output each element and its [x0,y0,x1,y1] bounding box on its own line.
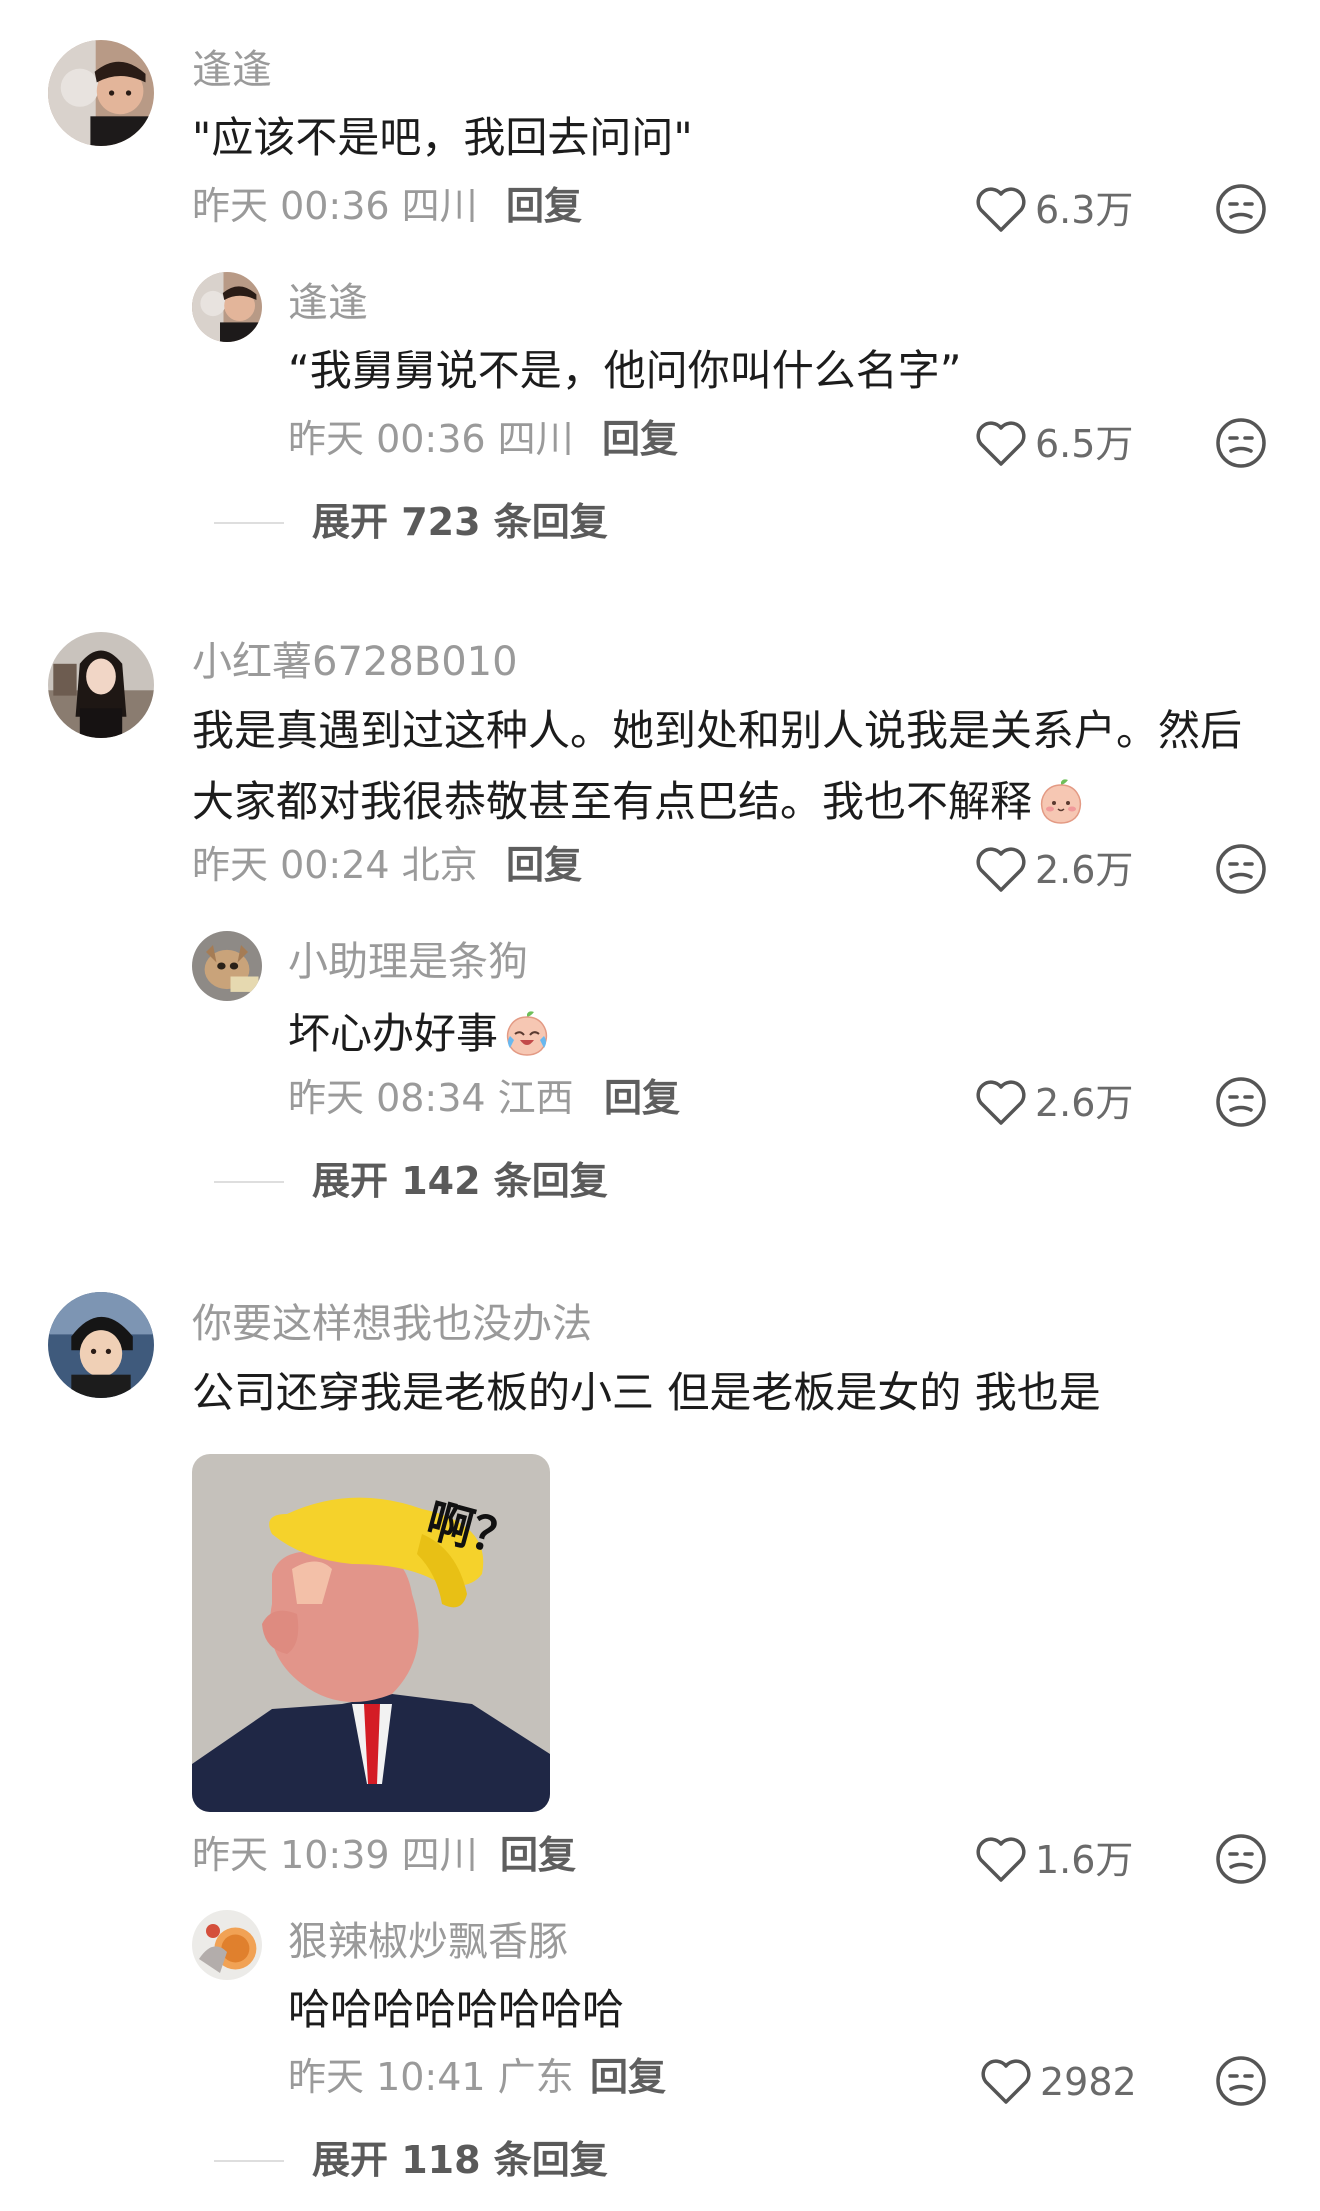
dislike-button[interactable] [1214,842,1268,896]
heart-outline-icon [976,847,1026,892]
reply-username[interactable]: 小助理是条狗 [288,942,528,982]
reply-text-content: 坏心办好事 [288,1009,499,1058]
like-button[interactable]: 2.6万 [975,1075,1133,1131]
comment-text: 大家都对我很恭敬甚至有点巴结。我也不解释 [192,776,1086,826]
reply-button[interactable]: 回复 [604,1079,680,1117]
meh-face-icon [1216,184,1266,234]
meh-face-icon [1216,1834,1266,1884]
dislike-button[interactable] [1214,182,1268,236]
comment-username[interactable]: 你要这样想我也没办法 [192,1304,592,1344]
heart-outline-icon [976,187,1026,232]
like-count: 1.6万 [1035,1838,1134,1882]
like-button[interactable]: 2982 [980,2054,1137,2110]
dislike-button[interactable] [1214,416,1268,470]
divider [214,522,284,524]
reply-avatar[interactable] [192,272,262,342]
like-button[interactable]: 6.3万 [975,182,1133,238]
dislike-button[interactable] [1214,2054,1268,2108]
like-count: 6.5万 [1035,422,1134,466]
avatar[interactable] [48,40,154,146]
divider [214,1181,284,1183]
comment-text: 我是真遇到过这种人。她到处和别人说我是关系户。然后 [192,706,1243,755]
heart-outline-icon [981,2059,1031,2104]
reply-button[interactable]: 回复 [500,1836,576,1874]
comment-text-line2: 大家都对我很恭敬甚至有点巴结。我也不解释 [192,777,1033,826]
reply-timestamp: 昨天 00:36 四川 [288,417,574,461]
dislike-button[interactable] [1214,1832,1268,1886]
meh-face-icon [1216,1077,1266,1127]
like-count: 6.3万 [1035,188,1134,232]
reply-avatar[interactable] [192,931,262,1001]
meh-face-icon [1216,418,1266,468]
avatar[interactable] [48,1292,154,1398]
comment-text: 公司还穿我是老板的小三 但是老板是女的 我也是 [192,1368,1101,1417]
reply-button[interactable]: 回复 [506,846,582,884]
reply-timestamp: 昨天 08:34 江西 [288,1076,574,1120]
expand-replies-button[interactable]: 展开 142 条回复 [312,1162,608,1200]
like-button[interactable]: 6.5万 [975,416,1133,472]
reply-button[interactable]: 回复 [602,420,678,458]
comment-timestamp: 昨天 00:24 北京 [192,843,478,887]
comment-timestamp: 昨天 00:36 四川 [192,184,478,228]
reply-text: “我舅舅说不是，他问你叫什么名字” [288,346,962,395]
comment-image[interactable]: 啊？ [192,1454,550,1812]
like-count: 2982 [1040,2060,1137,2104]
comment-username[interactable]: 逢逢 [192,50,272,90]
like-button[interactable]: 2.6万 [975,842,1133,898]
reply-username[interactable]: 逢逢 [288,283,368,323]
reply-avatar[interactable] [192,1910,262,1980]
divider [214,2160,284,2162]
reply-button[interactable]: 回复 [590,2058,666,2096]
crying-laughing-emoji [502,1008,552,1058]
comment-username[interactable]: 小红薯6728B010 [192,642,518,682]
reply-timestamp: 昨天 10:41 广东 [288,2055,574,2099]
avatar[interactable] [48,632,154,738]
reply-text: 哈哈哈哈哈哈哈哈 [288,1985,625,2034]
reply-text: 坏心办好事 [288,1008,552,1058]
like-count: 2.6万 [1035,1081,1134,1125]
heart-outline-icon [976,1080,1026,1125]
expand-replies-button[interactable]: 展开 118 条回复 [312,2141,608,2179]
comment-text: "应该不是吧，我回去问问" [192,113,693,162]
reply-button[interactable]: 回复 [506,187,582,225]
blushing-peach-emoji [1036,776,1086,826]
comment-timestamp: 昨天 10:39 四川 [192,1833,478,1877]
meh-face-icon [1216,2056,1266,2106]
dislike-button[interactable] [1214,1075,1268,1129]
like-button[interactable]: 1.6万 [975,1832,1133,1888]
like-count: 2.6万 [1035,848,1134,892]
meh-face-icon [1216,844,1266,894]
heart-outline-icon [976,1837,1026,1882]
heart-outline-icon [976,421,1026,466]
expand-replies-button[interactable]: 展开 723 条回复 [312,503,608,541]
reply-username[interactable]: 狠辣椒炒飘香豚 [288,1922,568,1962]
